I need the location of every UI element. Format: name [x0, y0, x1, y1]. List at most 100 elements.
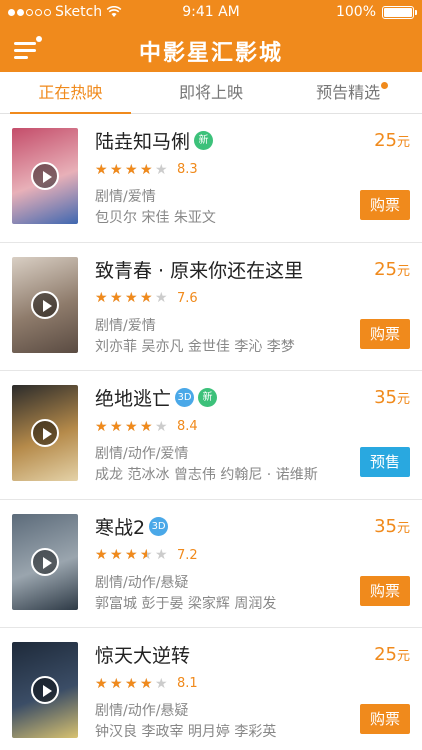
star-icon: ★★: [110, 290, 123, 306]
movie-title[interactable]: 寒战2: [95, 513, 145, 540]
price-value: 35: [374, 387, 397, 408]
price-unit: 元: [396, 135, 410, 150]
movie-row[interactable]: 惊天大逆转 ★★★★★★★★★★ 8.1 剧情/动作/悬疑钟汉良 李政宰 明月婷 李彩…: [0, 628, 422, 750]
star-icon: ★★: [95, 290, 108, 306]
status-bar: Sketch 9:41 AM 100%: [0, 0, 422, 26]
price-value: 25: [374, 644, 397, 665]
star-icon: ★★: [125, 418, 138, 435]
movie-poster[interactable]: [12, 256, 78, 353]
star-rating: ★★★★★★★★★★: [95, 548, 169, 562]
star-icon: ★★: [125, 547, 138, 563]
buy-ticket-button[interactable]: 购票: [360, 575, 410, 606]
star-icon: ★★: [95, 675, 108, 692]
star-icon: ★★: [125, 675, 138, 692]
movie-poster[interactable]: [12, 642, 78, 738]
rating-row: ★★★★★★★★★★ 8.4: [95, 419, 198, 434]
movie-cast: 钟汉良 李政宰 明月婷 李彩英: [95, 724, 277, 740]
movie-cast: 包贝尔 宋佳 朱亚文: [95, 210, 216, 226]
nav-bar: 中影星汇影城: [0, 26, 422, 72]
notification-dot: [381, 82, 389, 89]
3d-badge: 3D: [149, 516, 169, 536]
tab-label: 预告精选: [316, 83, 381, 102]
play-icon[interactable]: [31, 547, 59, 576]
star-rating: ★★★★★★★★★★: [95, 291, 169, 305]
play-icon[interactable]: [31, 162, 59, 190]
movie-title[interactable]: 惊天大逆转: [95, 641, 190, 668]
movie-genre: 剧情/动作/爱情: [95, 446, 189, 462]
movie-score: 8.1: [177, 676, 198, 691]
price-unit: 元: [396, 520, 410, 536]
movie-cast: 成龙 范冰冰 曾志伟 约翰尼 · 诺维斯: [95, 467, 318, 483]
buy-ticket-button[interactable]: 购票: [360, 318, 410, 349]
star-icon: ★★: [140, 675, 153, 692]
play-icon[interactable]: [31, 419, 59, 447]
star-icon: ★★: [155, 418, 168, 435]
star-icon: ★★: [110, 161, 123, 178]
rating-row: ★★★★★★★★★★ 7.2: [95, 548, 198, 563]
new-badge: 新: [198, 388, 218, 407]
ticket-price: 35元: [374, 387, 410, 408]
movie-title-row: 致青春 · 原来你还在这里: [95, 256, 303, 283]
rating-row: ★★★★★★★★★★8.3: [95, 162, 198, 177]
movie-poster[interactable]: [12, 128, 78, 224]
movie-title[interactable]: 致青春 · 原来你还在这里: [95, 256, 303, 283]
movie-title-row: 绝地逃亡 3D 新: [95, 384, 218, 411]
movie-score: 8.4: [177, 419, 198, 434]
play-icon[interactable]: [31, 290, 59, 319]
rating-row: ★★★★★★★★★★7.6: [95, 291, 198, 306]
3d-badge: 3D: [175, 388, 195, 407]
star-rating: ★★★★★★★★★★: [95, 677, 169, 691]
tab-bar: 正在热映 即将上映 预告精选: [0, 72, 422, 114]
buy-ticket-button[interactable]: 购票: [360, 704, 410, 734]
movie-poster[interactable]: [12, 513, 78, 610]
star-icon: ★★: [140, 161, 153, 178]
tab-coming-soon[interactable]: 即将上映: [141, 72, 282, 113]
star-icon: ★★: [155, 161, 168, 178]
movie-title[interactable]: 陆垚知马俐: [95, 127, 190, 154]
price-value: 25: [374, 130, 397, 151]
battery-fill: [384, 7, 412, 17]
price-unit: 元: [396, 392, 410, 407]
price-value: 25: [374, 258, 397, 280]
tab-now-showing[interactable]: 正在热映: [0, 72, 141, 114]
status-right: 100%: [336, 4, 417, 20]
movie-row[interactable]: 致青春 · 原来你还在这里 ★★★★★★★★★★7.6 剧情/爱情刘亦菲 吴亦凡 金…: [0, 243, 422, 371]
star-icon: ★★: [155, 290, 168, 306]
presale-button[interactable]: 预售: [360, 447, 410, 477]
movie-title[interactable]: 绝地逃亡: [95, 384, 171, 411]
movie-row[interactable]: 寒战23D★★★★★★★★★★7.2剧情/动作/悬疑郭富城 彭于晏 梁家辉 周润…: [0, 500, 422, 628]
page-title: 中影星汇影城: [138, 41, 283, 66]
star-icon: ★★: [155, 547, 168, 563]
star-rating: ★★★★★★★★★★: [95, 163, 169, 177]
ticket-price: 25元: [374, 259, 410, 280]
movie-title-row: 寒战2 3D: [95, 513, 169, 540]
movie-score: 7.2: [177, 547, 198, 563]
star-icon: ★★: [95, 547, 108, 563]
star-icon: ★★: [140, 290, 153, 306]
star-rating: ★★★★★★★★★★: [95, 420, 169, 434]
movie-list: 陆垚知马俐新★★★★★★★★★★8.3剧情/爱情包贝尔 宋佳 朱亚文25元购票致…: [0, 114, 422, 750]
movie-cast: 郭富城 彭于晏 梁家辉 周润发: [95, 595, 277, 612]
movie-cast: 刘亦菲 吴亦凡 金世佳 李沁 李梦: [95, 338, 295, 355]
ticket-price: 35元: [374, 516, 410, 537]
star-icon: ★★: [140, 418, 153, 435]
star-icon: ★★: [95, 161, 108, 178]
price-unit: 元: [396, 263, 410, 279]
rating-row: ★★★★★★★★★★ 8.1: [95, 676, 198, 691]
tab-trailers[interactable]: 预告精选: [281, 72, 422, 113]
battery-icon: [382, 5, 417, 19]
movie-genre: 剧情/爱情: [95, 317, 156, 334]
movie-genre: 剧情/动作/悬疑: [95, 703, 189, 719]
movie-poster[interactable]: [12, 385, 78, 481]
movie-row[interactable]: 陆垚知马俐新★★★★★★★★★★8.3剧情/爱情包贝尔 宋佳 朱亚文25元购票: [0, 114, 422, 243]
movie-row[interactable]: 绝地逃亡3D新 ★★★★★★★★★★ 8.4 剧情/动作/爱情成龙 范冰冰 曾志伟 约…: [0, 371, 422, 500]
price-unit: 元: [396, 649, 410, 664]
tab-label: 即将上映: [179, 83, 244, 102]
buy-ticket-button[interactable]: 购票: [360, 190, 410, 220]
star-icon: ★★: [110, 418, 123, 435]
ticket-price: 25元: [374, 644, 410, 665]
play-icon[interactable]: [31, 676, 59, 704]
star-icon: ★★: [125, 161, 138, 178]
ticket-price: 25元: [374, 130, 410, 151]
star-icon: ★★: [140, 547, 153, 563]
